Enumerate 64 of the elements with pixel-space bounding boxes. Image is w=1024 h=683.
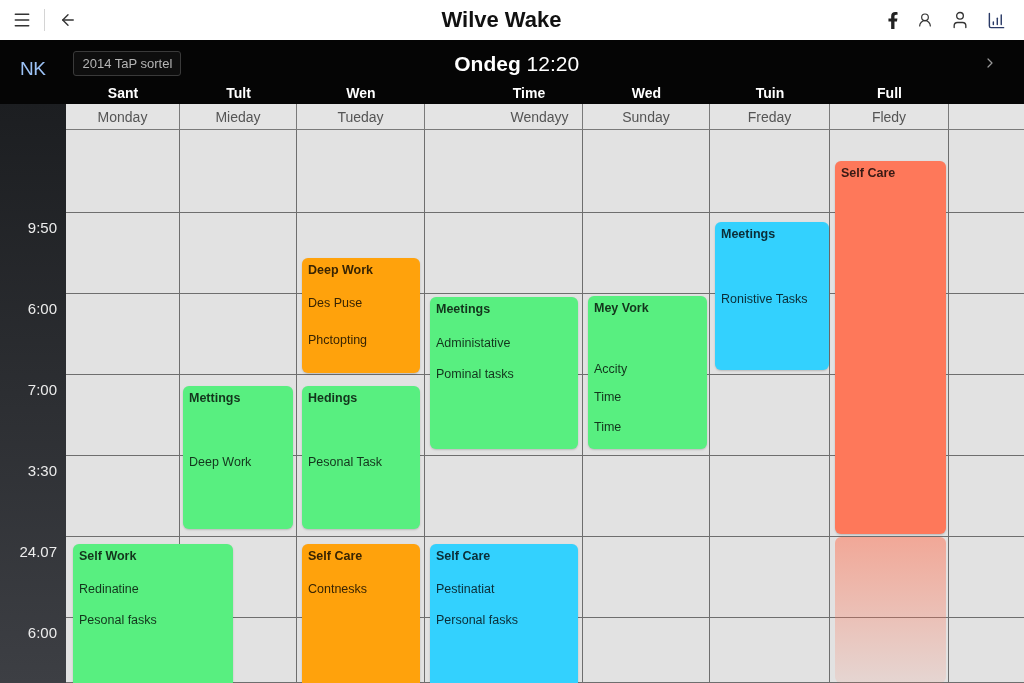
event-card[interactable]: Mey Vork Accity Time Time <box>588 296 707 449</box>
date-chip[interactable]: 2014 TaP sortel <box>73 50 182 76</box>
event-card[interactable]: Self Care Contnesks <box>302 544 420 683</box>
bar-chart-icon[interactable] <box>987 10 1006 30</box>
event-card[interactable]: Meetings Administative Pominal tasks <box>430 297 578 449</box>
event-detail: Ronistive Tasks <box>721 291 808 307</box>
event-detail: Pominal tasks <box>436 366 514 382</box>
event-title: Meetings <box>436 301 491 317</box>
event-title: Mettings <box>189 390 241 406</box>
day-column-header: Tueday <box>297 104 425 130</box>
calendar-heading: Ondeg 12:20 <box>454 52 580 74</box>
event-title: Self Care <box>841 165 896 181</box>
day-column-header: Freday <box>710 104 830 130</box>
event-title: Meetings <box>721 226 776 242</box>
event-title: Mey Vork <box>594 300 649 316</box>
day-short-label: Full <box>877 86 902 100</box>
event-card[interactable]: Hedings Pesonal Task <box>302 386 420 529</box>
time-label: 6:00 <box>27 625 57 641</box>
event-detail: Pesonal fasks <box>79 612 157 628</box>
event-detail: Deep Work <box>189 454 252 470</box>
event-card[interactable]: Self Work Redinatine Pesonal fasks <box>73 544 233 683</box>
event-title: Self Care <box>436 548 491 564</box>
menu-icon[interactable] <box>12 10 32 30</box>
event-detail: Accity <box>594 361 628 377</box>
event-title: Deep Work <box>308 262 374 278</box>
day-short-label: Wen <box>346 86 376 100</box>
app-title: Wilve Wake <box>441 9 562 31</box>
day-short-label: Wed <box>631 86 662 100</box>
event-card[interactable]: Deep Work Des Puse Phctopting <box>302 258 420 373</box>
event-card[interactable]: Mettings Deep Work <box>183 386 293 529</box>
letter-f-icon[interactable] <box>886 11 900 29</box>
person-icon[interactable] <box>917 12 933 28</box>
event-card[interactable]: Self Care Pestinatiat Personal fasks <box>430 544 578 683</box>
event-detail: Des Puse <box>308 295 363 311</box>
event-detail: Time <box>594 389 622 405</box>
logo-text: NK <box>20 58 46 78</box>
day-column-header: Wendayy <box>425 104 583 130</box>
event-title: Hedings <box>308 390 358 406</box>
day-column-header: Sunday <box>583 104 710 130</box>
day-short-label: Tult <box>226 86 251 100</box>
time-label: 7:00 <box>27 382 57 398</box>
event-detail: Contnesks <box>308 581 368 597</box>
time-label: 24.07 <box>19 544 57 560</box>
event-detail: Phctopting <box>308 332 368 348</box>
time-label: 3:30 <box>27 463 57 479</box>
back-icon[interactable] <box>59 11 77 29</box>
event-card[interactable]: Self Care <box>835 161 946 534</box>
day-column-header: Fledy <box>830 104 949 130</box>
time-label: 9:50 <box>27 220 57 236</box>
day-short-label: Sant <box>107 86 139 100</box>
day-short-label: Time <box>512 86 546 100</box>
event-detail: Pesonal Task <box>308 454 383 470</box>
event-detail: Administative <box>436 335 511 351</box>
event-card[interactable]: Meetings Ronistive Tasks <box>715 222 829 370</box>
day-column-header: Monday <box>66 104 180 130</box>
day-column-header: Mieday <box>180 104 297 130</box>
event-title: Self Care <box>308 548 363 564</box>
time-label: 6:00 <box>27 301 57 317</box>
event-detail: Pestinatiat <box>436 581 495 597</box>
event-detail: Personal fasks <box>436 612 518 628</box>
day-short-label: Tuin <box>755 86 785 100</box>
event-title: Self Work <box>79 548 137 564</box>
event-detail: Redinatine <box>79 581 139 597</box>
event-detail: Time <box>594 419 622 435</box>
